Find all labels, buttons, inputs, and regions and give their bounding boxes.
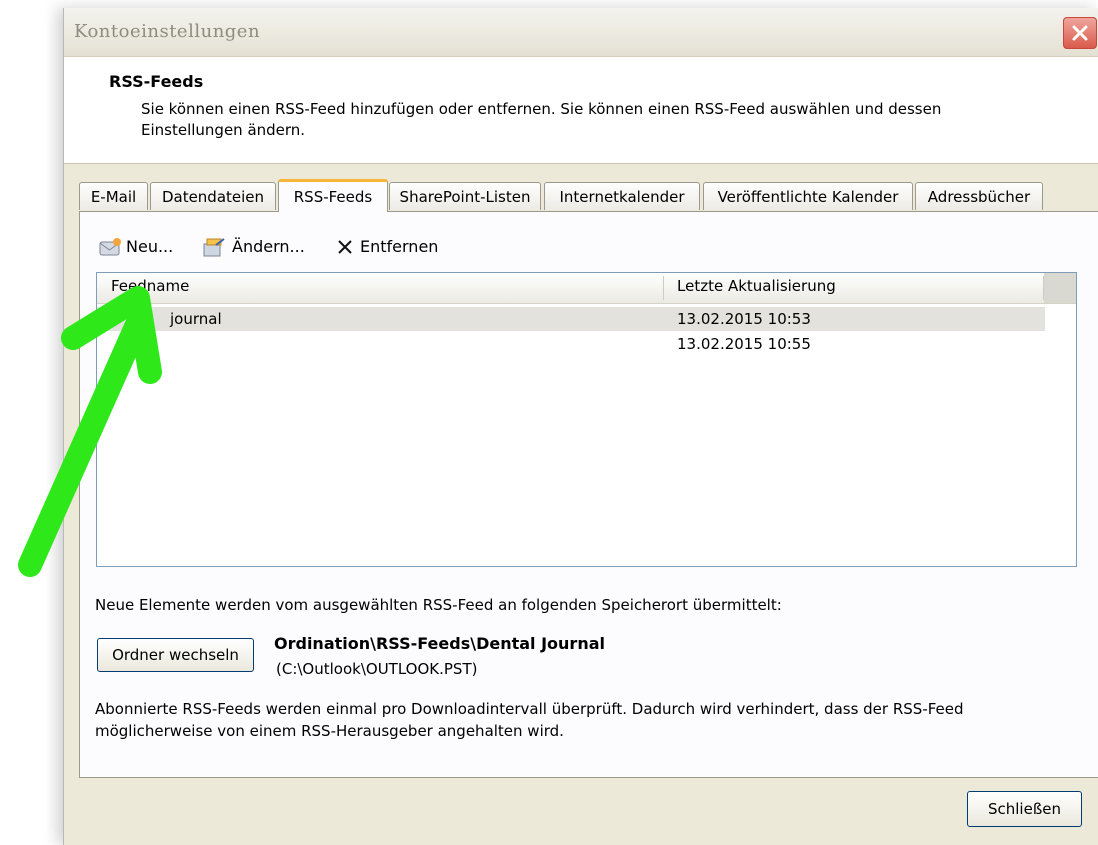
tab-email[interactable]: E-Mail [79, 182, 148, 210]
edit-feed-button[interactable]: Ändern... [202, 234, 318, 260]
new-feed-label: Neu... [126, 237, 174, 256]
header-title: RSS-Feeds [109, 72, 204, 91]
list-header-end [1044, 273, 1076, 303]
delivery-info-text: Neue Elemente werden vom ausgewählten RS… [95, 596, 782, 614]
header-description: Sie können einen RSS-Feed hinzufügen ode… [141, 100, 942, 139]
table-row[interactable]: journal 13.02.2015 10:53 [97, 307, 1045, 331]
tab-sharepoint-lists[interactable]: SharePoint-Listen [389, 182, 541, 210]
remove-feed-label: Entfernen [360, 237, 439, 256]
column-divider[interactable] [663, 276, 664, 300]
feed-list[interactable]: Feedname Letzte Aktualisierung journal 1… [96, 272, 1077, 567]
tab-data-files[interactable]: Datendateien [150, 182, 276, 210]
remove-icon [338, 240, 352, 254]
window-title: Kontoeinstellungen [74, 21, 261, 42]
check-interval-note: Abonnierte RSS-Feeds werden einmal pro D… [95, 700, 964, 740]
new-feed-button[interactable]: Neu... [98, 234, 193, 260]
column-header-feedname[interactable]: Feedname [111, 277, 189, 295]
new-feed-icon [99, 238, 121, 256]
table-row[interactable]: 13.02.2015 10:55 [97, 332, 1045, 356]
close-window-button[interactable] [1063, 17, 1097, 49]
remove-feed-button[interactable]: Entfernen [335, 234, 453, 260]
list-header: Feedname Letzte Aktualisierung [97, 273, 1076, 304]
account-settings-dialog: Kontoeinstellungen RSS-Feeds Sie können … [63, 8, 1098, 845]
edit-feed-label: Ändern... [232, 237, 305, 256]
edit-feed-icon [203, 238, 225, 257]
change-folder-button[interactable]: Ordner wechseln [97, 638, 254, 672]
folder-path: Ordination\RSS-Feeds\Dental Journal [274, 634, 605, 653]
tab-address-books[interactable]: Adressbücher [915, 182, 1043, 210]
tab-internet-calendars[interactable]: Internetkalender [544, 182, 700, 210]
close-icon [1072, 25, 1088, 41]
tab-rss-feeds[interactable]: RSS-Feeds [278, 179, 388, 212]
feed-name: journal [170, 310, 222, 328]
column-header-last-update[interactable]: Letzte Aktualisierung [677, 277, 836, 295]
feed-last-update: 13.02.2015 10:53 [677, 310, 811, 328]
dialog-header: RSS-Feeds Sie können einen RSS-Feed hinz… [64, 57, 1098, 164]
file-path: (C:\Outlook\OUTLOOK.PST) [276, 660, 478, 678]
title-bar[interactable]: Kontoeinstellungen [64, 8, 1098, 57]
rss-feeds-panel: Neu... Ändern... Entfernen Feedname Letz… [79, 211, 1098, 778]
close-dialog-button[interactable]: Schließen [967, 791, 1082, 827]
feed-last-update: 13.02.2015 10:55 [677, 335, 811, 353]
tab-published-calendars[interactable]: Veröffentlichte Kalender [703, 182, 913, 210]
